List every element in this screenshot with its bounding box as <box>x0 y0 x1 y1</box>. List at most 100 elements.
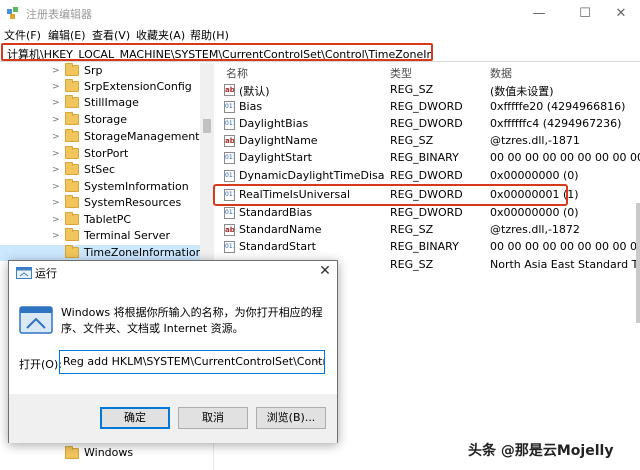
value-type: REG_DWORD <box>390 169 463 182</box>
value-row[interactable]: ab (默认) REG_SZ (数值未设置) <box>216 82 640 99</box>
column-header-data[interactable]: 数据 <box>490 65 512 81</box>
value-name: StandardBias <box>239 206 313 219</box>
folder-icon <box>65 195 79 208</box>
run-icon <box>16 267 32 279</box>
value-data: @tzres.dll,-1871 <box>490 134 580 147</box>
run-close-button[interactable]: ✕ <box>315 263 335 281</box>
value-row[interactable]: ab StandardName REG_SZ @tzres.dll,-1872 <box>216 222 640 239</box>
folder-icon <box>65 162 79 175</box>
tree-item[interactable]: > StorageManagement <box>0 129 200 145</box>
tree-item[interactable]: > SrpExtensionConfig <box>0 79 200 95</box>
binary-value-icon: 011 <box>224 241 235 253</box>
value-row[interactable]: 011 DaylightBias REG_DWORD 0xffffffc4 (4294… <box>216 116 640 133</box>
menu-file[interactable]: 文件(F) <box>4 27 41 43</box>
binary-value-icon: 011 <box>224 170 235 182</box>
value-type: REG_DWORD <box>390 117 463 130</box>
menu-favorites[interactable]: 收藏夹(A) <box>136 27 185 43</box>
value-data: 0xffffffc4 (4294967236) <box>490 117 622 130</box>
list-scrollbar[interactable] <box>636 203 640 323</box>
value-name: StandardStart <box>239 240 316 253</box>
chevron-right-icon[interactable]: > <box>52 66 60 76</box>
value-type: REG_DWORD <box>390 206 463 219</box>
menu-view[interactable]: 查看(V) <box>92 27 130 43</box>
maximize-icon: ☐ <box>579 5 591 21</box>
folder-icon <box>65 79 79 92</box>
tree-item[interactable]: > SystemInformation <box>0 179 200 195</box>
browse-button[interactable]: 浏览(B)... <box>256 407 326 429</box>
tree-scrollbar-thumb[interactable] <box>203 119 211 133</box>
value-row[interactable]: ab DaylightName REG_SZ @tzres.dll,-1871 <box>216 133 640 150</box>
chevron-right-icon[interactable]: > <box>52 182 60 192</box>
value-row[interactable]: 011 DynamicDaylightTimeDisabled REG_DWORD 0… <box>216 168 640 185</box>
value-name: (默认) <box>239 85 270 98</box>
run-command-input[interactable]: Reg add HKLM\SYSTEM\CurrentControlSet\Co… <box>59 350 325 374</box>
column-header-name[interactable]: 名称 <box>226 65 248 81</box>
tree-scrollbar[interactable] <box>200 63 214 293</box>
chevron-right-icon[interactable]: > <box>52 115 60 125</box>
tree-item[interactable]: > StillImage <box>0 95 200 111</box>
value-data: @tzres.dll,-1872 <box>490 223 580 236</box>
chevron-right-icon[interactable]: > <box>52 132 60 142</box>
tree-item[interactable]: > Storage <box>0 112 200 128</box>
value-name: DaylightBias <box>239 117 309 130</box>
binary-value-icon: 011 <box>224 152 235 164</box>
value-name: DaylightStart <box>239 151 312 164</box>
tree-item[interactable]: > Srp <box>0 63 200 79</box>
address-input[interactable]: 计算机\HKEY_LOCAL_MACHINE\SYSTEM\CurrentCon… <box>1 43 433 61</box>
chevron-right-icon[interactable]: > <box>52 231 60 241</box>
value-row[interactable]: 011 DaylightStart REG_BINARY 00 00 00 00 00… <box>216 150 640 167</box>
value-type: REG_BINARY <box>390 151 459 164</box>
chevron-right-icon[interactable]: > <box>52 198 60 208</box>
value-type: REG_SZ <box>390 134 434 147</box>
value-row[interactable]: 011 Bias REG_DWORD 0xfffffe20 (4294966816) <box>216 99 640 116</box>
tree-item[interactable]: > Terminal Server <box>0 228 200 244</box>
folder-icon <box>65 446 79 459</box>
chevron-right-icon[interactable]: > <box>52 149 60 159</box>
tree-item-label: TimeZoneInformation <box>84 246 203 259</box>
value-name: DynamicDaylightTimeDisabled <box>239 169 384 182</box>
menu-edit[interactable]: 编辑(E) <box>48 27 86 43</box>
menu-bar: 文件(F) 编辑(E) 查看(V) 收藏夹(A) 帮助(H) <box>0 26 640 42</box>
run-dialog-title: 运行 <box>35 267 57 280</box>
string-value-icon: ab <box>224 224 235 236</box>
tree-item[interactable]: > StorPort <box>0 146 200 162</box>
chevron-down-icon[interactable]: ⌄ <box>313 356 321 366</box>
value-data: 0x00000000 (0) <box>490 169 579 182</box>
close-button[interactable]: ✕ <box>598 0 640 26</box>
tree-item-label: Terminal Server <box>84 229 171 242</box>
ok-button[interactable]: 确定 <box>100 407 170 429</box>
tree-item-label: SrpExtensionConfig <box>84 80 192 93</box>
regedit-icon <box>7 7 18 19</box>
run-program-icon <box>19 306 53 334</box>
folder-icon <box>65 146 79 159</box>
chevron-right-icon[interactable]: > <box>52 215 60 225</box>
tree-item-label: StorPort <box>84 147 129 160</box>
minimize-button[interactable]: — <box>516 0 562 26</box>
value-row[interactable]: 011 StandardBias REG_DWORD 0x00000000 (0) <box>216 205 640 222</box>
folder-icon <box>65 63 79 76</box>
address-bar: 计算机\HKEY_LOCAL_MACHINE\SYSTEM\CurrentCon… <box>0 42 640 62</box>
value-type: REG_SZ <box>390 223 434 236</box>
value-data: (数值未设置) <box>490 85 554 98</box>
column-header-type[interactable]: 类型 <box>390 65 412 81</box>
folder-icon <box>65 179 79 192</box>
chevron-right-icon[interactable]: > <box>52 98 60 108</box>
tree-item-label: SystemInformation <box>84 180 189 193</box>
value-name: Bias <box>239 100 263 113</box>
value-row[interactable]: 011 StandardStart REG_BINARY 00 00 00 00 00… <box>216 239 640 256</box>
run-open-label: 打开(O): <box>19 358 62 371</box>
chevron-right-icon[interactable]: > <box>52 82 60 92</box>
tree-item[interactable]: > TabletPC <box>0 212 200 228</box>
value-data: North Asia East Standard Time <box>490 258 640 271</box>
tree-item[interactable]: > StSec <box>0 162 200 178</box>
cancel-button[interactable]: 取消 <box>178 407 248 429</box>
tree-item-selected[interactable]: TimeZoneInformation <box>0 245 203 261</box>
menu-help[interactable]: 帮助(H) <box>190 27 229 43</box>
value-data: 0xfffffe20 (4294966816) <box>490 100 626 113</box>
value-type: REG_DWORD <box>390 100 463 113</box>
tree-item[interactable]: > SystemResources <box>0 195 200 211</box>
value-data: 00 00 00 00 00 00 00 00 00 00 00 00 00 0… <box>490 151 640 164</box>
folder-icon <box>65 228 79 241</box>
chevron-right-icon[interactable]: > <box>52 165 60 175</box>
tree-item-windows[interactable]: Windows <box>84 446 133 459</box>
